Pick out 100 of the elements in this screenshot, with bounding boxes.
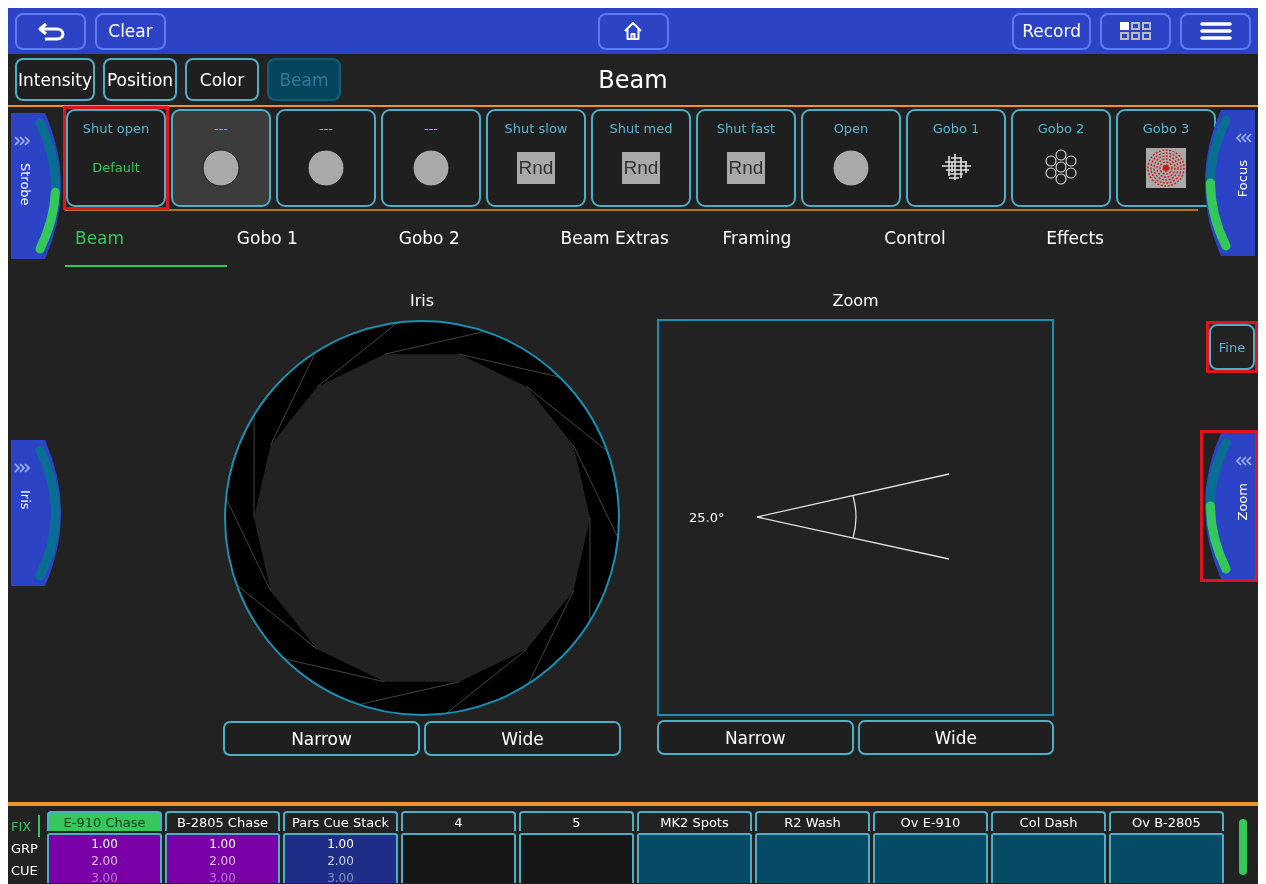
section-tab[interactable]: Framing xyxy=(712,211,875,267)
wheel-track[interactable] xyxy=(35,445,60,581)
palette-button[interactable]: Shut med Rnd xyxy=(591,109,691,207)
playback-header[interactable]: Pars Cue Stack xyxy=(283,811,398,831)
attribute-tab[interactable]: Intensity xyxy=(15,58,95,101)
mode-tab[interactable]: CUE xyxy=(10,859,40,881)
palette-button[interactable]: --- xyxy=(381,109,481,207)
playback-body[interactable] xyxy=(1109,833,1224,883)
playback-header[interactable]: 5 xyxy=(519,811,634,831)
palette-button[interactable]: --- xyxy=(171,109,271,207)
toolbar-button[interactable]: Clear xyxy=(95,12,166,50)
playback-header[interactable]: Ov E-910 xyxy=(873,811,988,831)
cue-value: 1.00 xyxy=(209,837,236,853)
wheel-track[interactable] xyxy=(1206,438,1231,574)
chevron-icon xyxy=(1235,133,1252,143)
playback-body[interactable] xyxy=(755,833,870,883)
palette-label: --- xyxy=(213,121,229,136)
palette-label: Open xyxy=(833,121,869,136)
adjust-button[interactable]: Wide xyxy=(424,721,621,756)
playback-header[interactable]: R2 Wash xyxy=(755,811,870,831)
mode-tab[interactable]: FIX xyxy=(10,815,40,837)
random-swatch: Rnd xyxy=(727,152,765,184)
section-tab[interactable]: Effects xyxy=(1036,211,1198,267)
menu-icon xyxy=(1198,21,1233,41)
palette-value: Default xyxy=(92,160,140,175)
grid-icon xyxy=(1118,21,1153,41)
playback-body[interactable] xyxy=(991,833,1106,883)
home-icon xyxy=(623,21,643,41)
adjust-button[interactable]: Narrow xyxy=(657,720,854,755)
layout-button[interactable] xyxy=(1100,12,1171,50)
playback-header[interactable]: E-910 Chase xyxy=(47,811,162,831)
adjust-button[interactable]: Wide xyxy=(857,720,1054,755)
chevron-icon xyxy=(14,463,31,473)
section-tab[interactable]: Gobo 2 xyxy=(388,211,551,267)
palette-label: --- xyxy=(423,121,439,136)
back-arrow-icon xyxy=(36,21,65,41)
cue-value: 2.00 xyxy=(91,854,118,870)
wheel-label: Zoom xyxy=(1235,483,1250,521)
palette-button[interactable]: Shut fast Rnd xyxy=(696,109,796,207)
palette-label: --- xyxy=(318,121,334,136)
section-tab[interactable]: Control xyxy=(874,211,1037,267)
playback-body[interactable] xyxy=(519,833,634,883)
back-button[interactable] xyxy=(15,12,86,50)
chevron-icon xyxy=(1235,456,1252,466)
circle-icon xyxy=(831,148,871,188)
palette-label: Shut med xyxy=(609,121,673,136)
wheel-label: Iris xyxy=(18,490,33,510)
palette-label: Gobo 2 xyxy=(1037,121,1085,136)
circle-icon xyxy=(411,148,451,188)
playback-header[interactable]: Col Dash xyxy=(991,811,1106,831)
palette-button[interactable]: Gobo 1 xyxy=(906,109,1006,207)
attribute-tab[interactable]: Color xyxy=(185,58,259,101)
circle-icon xyxy=(306,148,346,188)
palette-button[interactable]: --- xyxy=(276,109,376,207)
section-tab[interactable]: Beam xyxy=(65,211,227,267)
playback-header[interactable]: B-2805 Chase xyxy=(165,811,280,831)
playback-header[interactable]: MK2 Spots xyxy=(637,811,752,831)
section-tab[interactable]: Beam Extras xyxy=(550,211,713,267)
palette-label: Shut fast xyxy=(716,121,776,136)
palette-button[interactable]: Shut slow Rnd xyxy=(486,109,586,207)
playback-body[interactable] xyxy=(401,833,516,883)
playback-body[interactable] xyxy=(637,833,752,883)
palette-label: Shut slow xyxy=(504,121,568,136)
cue-value: 3.00 xyxy=(327,871,354,883)
playback-header[interactable]: 4 xyxy=(401,811,516,831)
playback-header[interactable]: Ov B-2805 xyxy=(1109,811,1224,831)
adjust-button[interactable]: Narrow xyxy=(223,721,420,756)
playback-body[interactable] xyxy=(873,833,988,883)
fine-button[interactable]: Fine xyxy=(1209,324,1255,370)
wheel-track[interactable] xyxy=(35,118,60,254)
palette-label: Gobo 3 xyxy=(1142,121,1190,136)
angle-label: 25.0° xyxy=(689,510,725,525)
cue-value: 2.00 xyxy=(327,854,354,870)
palette-button[interactable]: Shut open Default xyxy=(66,109,166,207)
cue-value: 2.00 xyxy=(209,854,236,870)
random-swatch: Rnd xyxy=(517,152,555,184)
home-button[interactable] xyxy=(597,12,669,50)
chevron-icon xyxy=(14,136,31,146)
random-swatch: Rnd xyxy=(622,152,660,184)
scrollbar[interactable] xyxy=(1239,819,1247,875)
toolbar-button[interactable]: Record xyxy=(1012,12,1091,50)
palette-button[interactable]: Open xyxy=(801,109,901,207)
zoom-title: Zoom xyxy=(831,291,880,312)
palette-button[interactable]: Gobo 3 xyxy=(1116,109,1216,207)
playback-body[interactable]: 1.00 2.00 3.00 xyxy=(283,833,398,883)
attribute-tab[interactable]: Position xyxy=(103,58,177,101)
cue-value: 1.00 xyxy=(327,837,354,853)
gobo-spiral-icon xyxy=(1146,148,1186,188)
section-tab[interactable]: Gobo 1 xyxy=(226,211,389,267)
menu-button[interactable] xyxy=(1180,12,1251,50)
palette-label: Gobo 1 xyxy=(932,121,980,136)
iris-title: Iris xyxy=(408,291,436,312)
cue-value: 3.00 xyxy=(91,871,118,883)
mode-tab[interactable]: GRP xyxy=(10,837,40,859)
wheel-track[interactable] xyxy=(1206,115,1231,251)
wheel-label: Strobe xyxy=(18,163,33,206)
gobo-rings-icon xyxy=(1042,148,1080,186)
palette-button[interactable]: Gobo 2 xyxy=(1011,109,1111,207)
playback-body[interactable]: 1.00 2.00 3.00 xyxy=(165,833,280,883)
playback-body[interactable]: 1.00 2.00 3.00 xyxy=(47,833,162,883)
